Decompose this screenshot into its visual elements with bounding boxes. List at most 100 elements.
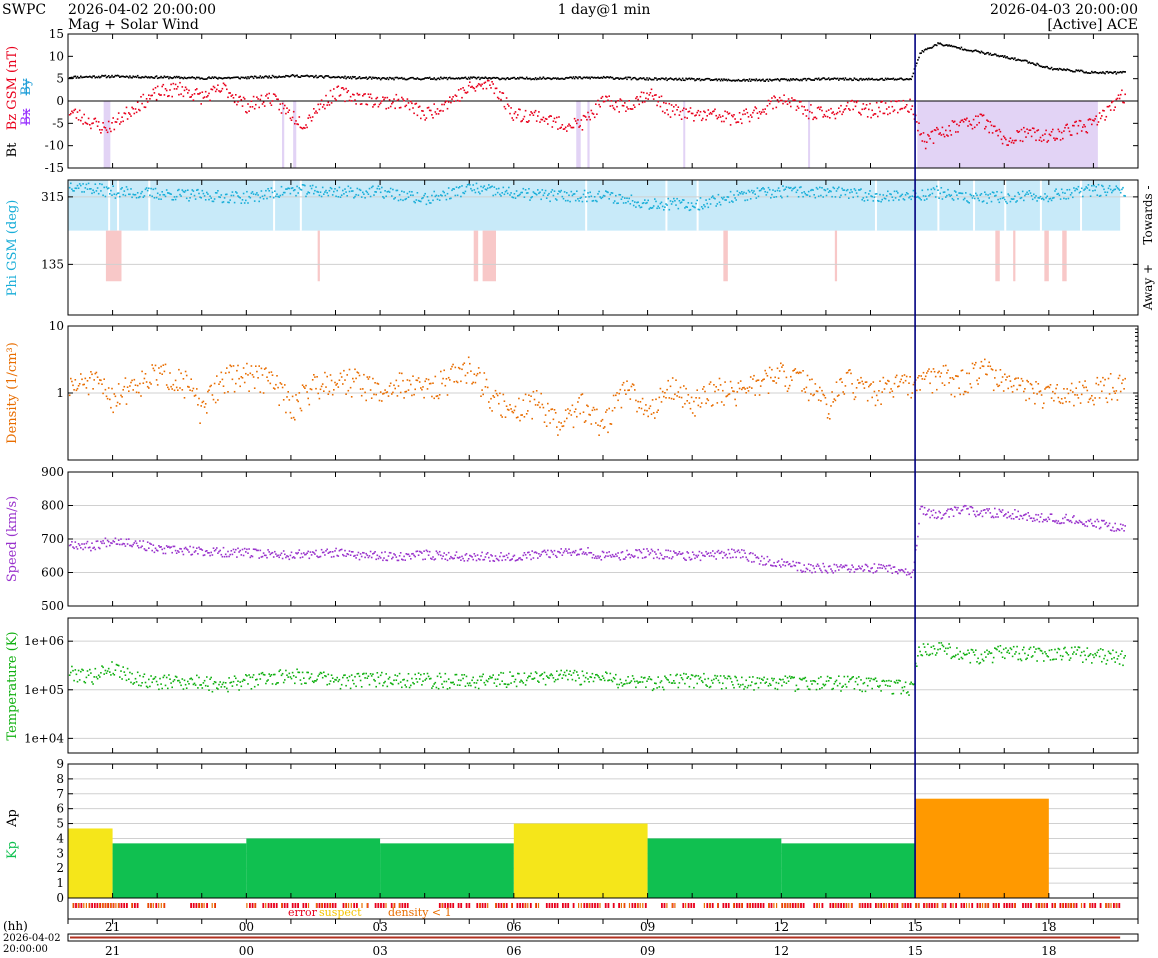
phi-point	[1055, 188, 1057, 190]
density-point	[202, 400, 205, 403]
phi-point	[891, 196, 894, 198]
density-point	[940, 372, 943, 374]
speed-point	[104, 537, 107, 540]
speed-point	[889, 564, 891, 567]
bz-point	[274, 93, 276, 96]
header-org: SWPC	[2, 2, 46, 18]
phi-away-shade	[723, 230, 728, 282]
phi-point	[827, 191, 830, 193]
density-point	[114, 395, 117, 398]
phi-point	[683, 199, 685, 201]
speed-point	[436, 552, 439, 554]
speed-point	[763, 557, 765, 560]
bz-point	[1023, 126, 1025, 129]
phi-point	[846, 188, 849, 191]
speed-point	[727, 548, 730, 551]
density-point	[236, 369, 238, 372]
phi-point	[752, 192, 754, 194]
density-point	[832, 401, 834, 403]
bz-point	[625, 110, 627, 112]
bz-point	[324, 107, 326, 110]
phi-point	[193, 194, 196, 197]
phi-point	[453, 188, 455, 190]
density-point	[377, 383, 380, 385]
bz-point	[92, 122, 94, 124]
phi-point	[392, 188, 394, 191]
speed-point	[947, 508, 949, 511]
phi-point	[583, 189, 586, 192]
phi-point	[1034, 196, 1036, 199]
phi-point	[549, 200, 551, 203]
density-point	[445, 378, 448, 380]
phi-point	[573, 193, 576, 195]
density-point	[120, 394, 122, 397]
phi-point	[1021, 190, 1024, 193]
bz-point	[656, 104, 658, 107]
speed-point	[605, 555, 607, 557]
speed-point	[652, 557, 655, 560]
bt-point	[167, 75, 169, 78]
speed-point	[197, 553, 199, 555]
phi-point	[415, 199, 418, 201]
speed-point	[275, 553, 277, 555]
phi-point	[995, 194, 997, 197]
phi-point	[727, 196, 730, 198]
bz-point	[748, 120, 751, 123]
speed-point	[659, 552, 662, 555]
bz-point	[310, 120, 313, 122]
density-point	[408, 379, 411, 382]
density-point	[181, 389, 184, 391]
speed-point	[522, 554, 525, 557]
phi-point	[664, 206, 666, 208]
speed-point	[505, 554, 508, 556]
density-point	[257, 377, 259, 379]
bz-point	[503, 105, 506, 108]
bt-point	[646, 77, 648, 79]
density-point	[560, 422, 562, 424]
bz-point	[1033, 127, 1035, 130]
phi-point	[800, 186, 802, 188]
density-point	[882, 376, 885, 379]
bz-point	[1084, 125, 1086, 128]
density-point	[883, 388, 886, 390]
bz-point	[502, 92, 505, 94]
density-point	[738, 387, 741, 390]
bz-point	[641, 101, 644, 104]
phi-point	[272, 196, 275, 199]
phi-point	[946, 194, 948, 197]
phi-point	[333, 190, 335, 193]
speed-point	[746, 558, 749, 561]
density-point	[1099, 380, 1102, 383]
speed-point	[288, 558, 291, 561]
speed-point	[988, 508, 990, 510]
density-point	[946, 372, 948, 374]
phi-point	[95, 190, 98, 192]
speed-point	[537, 557, 539, 559]
phi-point	[1005, 200, 1007, 203]
density-point	[878, 390, 880, 392]
density-point	[337, 386, 340, 388]
density-point	[805, 386, 808, 389]
density-point	[427, 378, 430, 381]
phi-point	[868, 193, 870, 195]
speed-point	[804, 570, 807, 573]
density-point	[611, 409, 614, 412]
density-point	[132, 389, 134, 391]
bz-point	[263, 105, 266, 107]
phi-point	[1009, 200, 1012, 203]
bz-point	[977, 115, 979, 118]
phi-point	[559, 191, 561, 193]
speed-point	[1040, 513, 1043, 515]
speed-point	[729, 556, 732, 559]
phi-point	[152, 188, 155, 191]
density-point	[1025, 399, 1027, 402]
density-point	[85, 387, 88, 389]
bz-point	[634, 106, 636, 108]
density-point	[642, 413, 645, 416]
bz-point	[997, 134, 999, 137]
phi-point	[635, 206, 637, 208]
phi-point	[987, 194, 989, 196]
phi-point	[878, 200, 880, 202]
bz-point	[584, 116, 587, 118]
density-point	[84, 377, 87, 380]
